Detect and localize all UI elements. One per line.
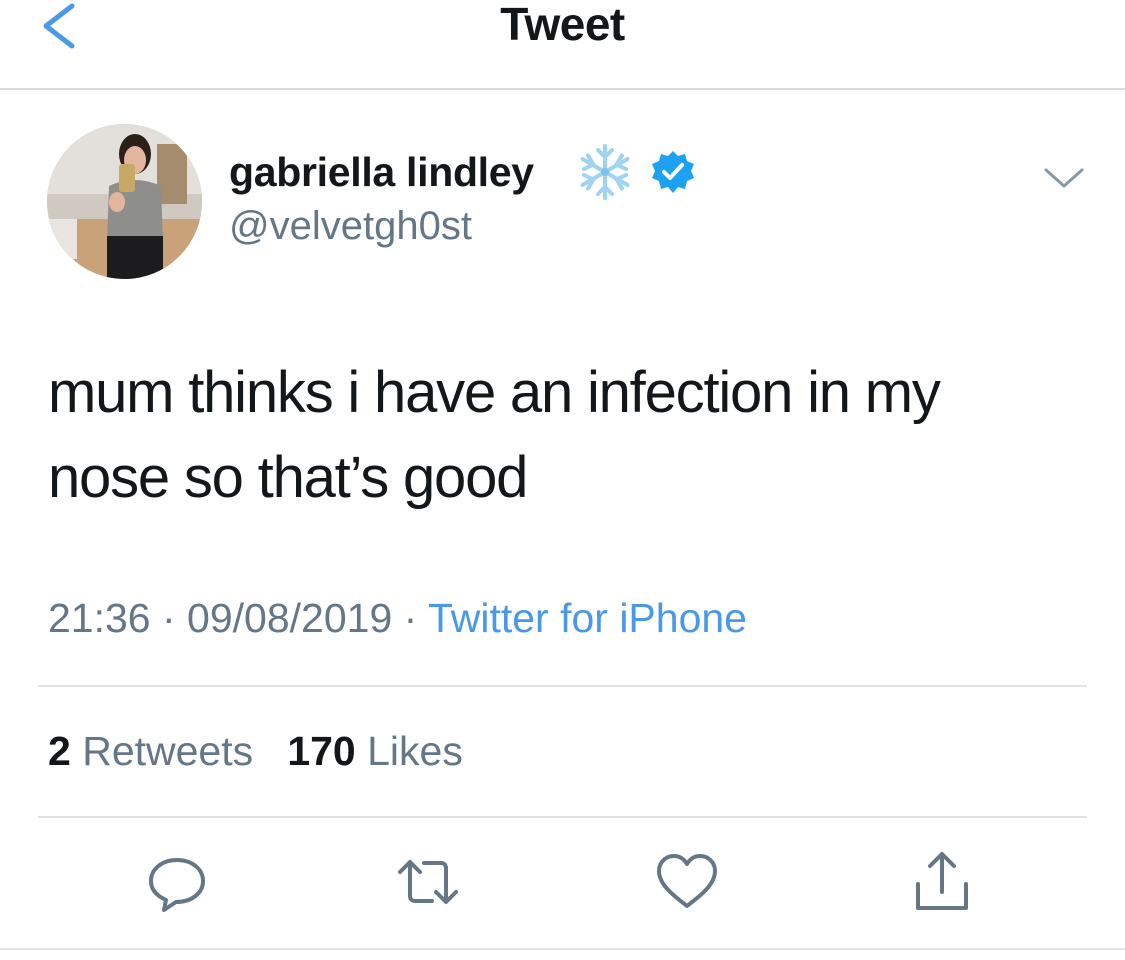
meta-separator: · [150, 595, 188, 641]
share-button[interactable] [910, 850, 974, 914]
retweets-stat[interactable]: 2 Retweets [48, 728, 253, 774]
retweet-icon [398, 860, 458, 904]
nav-bar: Tweet [0, 0, 1125, 90]
tweet-text: mum thinks i have an infection in my nos… [48, 360, 941, 510]
divider [38, 685, 1087, 687]
retweet-button[interactable] [396, 850, 460, 914]
avatar[interactable] [47, 124, 202, 279]
heart-icon [657, 854, 717, 908]
page-title: Tweet [500, 0, 625, 50]
tweet-meta: 21:36 · 09/08/2019 · Twitter for iPhone [48, 592, 747, 644]
likes-count: 170 [287, 728, 356, 774]
divider [0, 948, 1125, 950]
reply-button[interactable] [145, 850, 209, 914]
likes-label: Likes [355, 728, 463, 774]
snowflake-icon [580, 144, 630, 200]
user-handle[interactable]: @velvetgh0st [229, 200, 472, 252]
like-button[interactable] [655, 850, 719, 914]
tweet-stats: 2 Retweets 170 Likes [48, 725, 463, 777]
share-icon [916, 852, 968, 910]
display-name[interactable]: gabriella lindley [229, 146, 534, 198]
verified-badge-icon [652, 151, 694, 193]
likes-stat[interactable]: 170 Likes [287, 728, 463, 774]
tweet-date: 09/08/2019 [187, 595, 393, 641]
divider [38, 816, 1087, 818]
retweets-count: 2 [48, 728, 71, 774]
chevron-down-icon [1044, 168, 1084, 188]
more-options-button[interactable] [1040, 160, 1088, 196]
tweet-source-link[interactable]: Twitter for iPhone [428, 595, 747, 641]
meta-separator: · [392, 595, 428, 641]
retweets-label: Retweets [70, 728, 254, 774]
tweet-time: 21:36 [48, 595, 151, 641]
avatar-photo [47, 124, 202, 279]
reply-icon [149, 858, 205, 912]
